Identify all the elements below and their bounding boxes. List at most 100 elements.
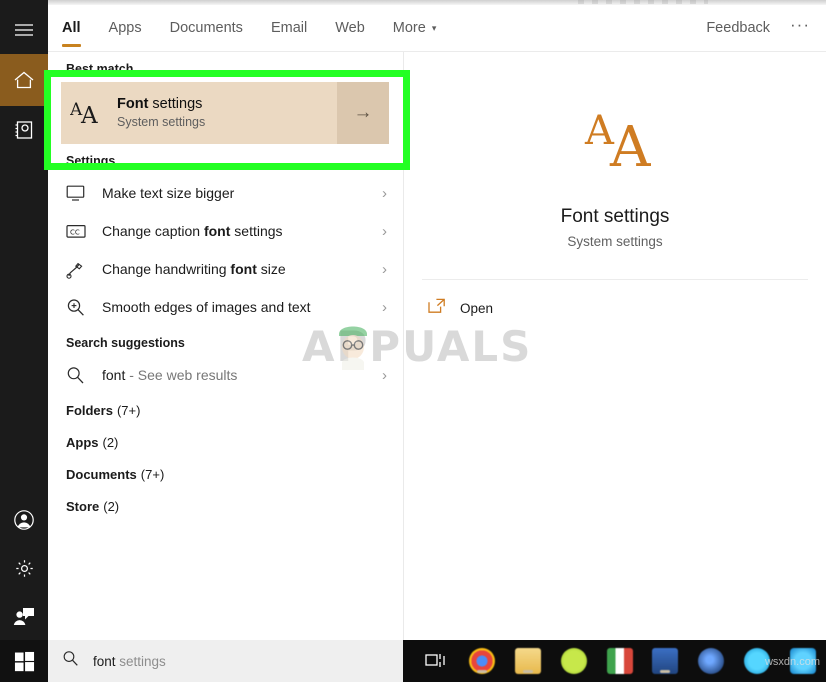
taskbar-app-skype[interactable] xyxy=(734,640,780,682)
notebook-icon xyxy=(15,121,33,139)
best-match-arrow-button[interactable]: → xyxy=(337,82,389,144)
taskbar-app-cyan[interactable] xyxy=(780,640,826,682)
tab-more-label: More xyxy=(392,20,426,36)
best-match-text: Font settings System settings xyxy=(115,95,337,131)
task-view-icon xyxy=(425,654,445,667)
group-count: (2) xyxy=(102,434,119,450)
colorful-app-icon xyxy=(606,648,633,674)
label-pre: Make text size bigger xyxy=(102,185,235,201)
tab-more[interactable]: More ▾ xyxy=(379,5,451,51)
label-pre: Change caption xyxy=(102,223,204,239)
taskbar-app-blue[interactable] xyxy=(642,640,688,682)
search-icon xyxy=(66,366,102,385)
search-suggestions-heading: Search suggestions xyxy=(66,336,185,350)
hamburger-menu-button[interactable] xyxy=(0,6,48,54)
sidebar-item-feedback[interactable] xyxy=(0,592,48,640)
skype-icon xyxy=(744,648,771,674)
preview-panel: A A Font settings System settings Open xyxy=(404,52,826,640)
best-match-title: Font settings xyxy=(117,95,337,113)
settings-heading: Settings xyxy=(66,154,116,168)
label-bold: font xyxy=(203,223,231,239)
tab-documents[interactable]: Documents xyxy=(156,5,257,51)
best-match-result[interactable]: A A Font settings System settings → xyxy=(61,82,389,144)
label-post: size xyxy=(256,261,286,277)
best-match-title-rest: settings xyxy=(148,96,203,112)
chevron-right-icon: › xyxy=(382,260,387,278)
settings-item-label: Change caption font settings xyxy=(102,223,382,239)
search-suggestion-item[interactable]: font - See web results › xyxy=(48,356,403,394)
feedback-person-icon xyxy=(13,608,34,625)
taskbar-app-file-explorer[interactable] xyxy=(505,640,551,682)
chevron-down-icon: ▾ xyxy=(431,22,437,33)
tab-web[interactable]: Web xyxy=(321,5,379,51)
result-group-folders[interactable]: Folders (7+) xyxy=(48,394,403,426)
suggestion-query: font xyxy=(102,367,126,383)
preview-header: A A Font settings System settings xyxy=(404,52,826,249)
taskbar-search-input[interactable]: font settings xyxy=(48,640,417,682)
result-group-documents[interactable]: Documents (7+) xyxy=(48,458,403,490)
tab-all-label: All xyxy=(62,20,81,36)
taskbar-app-colorful[interactable] xyxy=(597,640,643,682)
hamburger-icon xyxy=(15,24,33,36)
home-icon xyxy=(14,71,34,89)
settings-item-label: Change handwriting font size xyxy=(102,261,382,277)
font-aa-large-icon: A A xyxy=(404,96,826,182)
open-action-button[interactable]: Open xyxy=(404,286,826,330)
tab-all[interactable]: All xyxy=(48,5,95,51)
group-label: Apps xyxy=(66,434,99,450)
open-external-icon xyxy=(428,298,446,319)
preview-title: Font settings xyxy=(560,206,670,227)
sidebar-item-notebook[interactable] xyxy=(0,106,48,154)
result-group-apps[interactable]: Apps (2) xyxy=(48,426,403,458)
search-suggestion-label: font - See web results xyxy=(102,367,382,383)
group-count: (7+) xyxy=(140,466,165,482)
svg-text:CC: CC xyxy=(70,228,80,236)
file-explorer-icon xyxy=(514,648,541,674)
settings-item-make-text-bigger[interactable]: Make text size bigger › xyxy=(48,174,403,212)
search-icon xyxy=(62,650,79,672)
search-suggested-text: settings xyxy=(115,653,166,669)
group-count: (2) xyxy=(103,498,120,514)
closed-caption-icon: CC xyxy=(66,224,102,239)
open-action-label: Open xyxy=(460,300,494,316)
task-view-button[interactable] xyxy=(413,640,459,682)
overflow-menu-button[interactable]: ··· xyxy=(782,15,826,41)
sidebar-item-home[interactable] xyxy=(0,54,48,106)
taskbar-app-todo[interactable] xyxy=(688,640,734,682)
search-input-text: font settings xyxy=(93,654,166,669)
monitor-icon xyxy=(66,185,102,202)
cyan-app-icon xyxy=(790,648,817,674)
taskbar-app-chrome[interactable] xyxy=(459,640,505,682)
label-pre: Smooth edges of images and text xyxy=(102,299,311,315)
tab-email[interactable]: Email xyxy=(257,5,321,51)
taskbar: font settings xyxy=(48,640,826,682)
sidebar-item-account[interactable] xyxy=(0,496,48,544)
green-app-icon xyxy=(560,648,587,674)
result-group-store[interactable]: Store (2) xyxy=(48,490,403,522)
best-match-title-bold: Font xyxy=(117,96,149,112)
taskbar-app-green[interactable] xyxy=(551,640,597,682)
settings-item-label: Make text size bigger xyxy=(102,185,382,201)
search-left-rail xyxy=(0,0,48,640)
chevron-right-icon: › xyxy=(382,184,387,202)
sidebar-item-settings[interactable] xyxy=(0,544,48,592)
settings-item-smooth-edges[interactable]: Smooth edges of images and text › xyxy=(48,288,403,326)
group-label: Store xyxy=(66,498,100,514)
preview-separator xyxy=(422,279,808,280)
tab-web-label: Web xyxy=(335,20,365,36)
chrome-icon xyxy=(468,648,495,674)
preview-subtitle: System settings xyxy=(567,234,663,249)
gear-icon xyxy=(15,559,33,577)
settings-item-label: Smooth edges of images and text xyxy=(102,299,382,315)
background-window-remnant xyxy=(578,0,708,4)
blue-app-icon xyxy=(652,648,679,674)
tab-apps[interactable]: Apps xyxy=(95,5,156,51)
chevron-right-icon: › xyxy=(382,298,387,316)
search-typed-text: font xyxy=(93,653,116,669)
windows-logo-icon xyxy=(14,651,34,671)
feedback-button[interactable]: Feedback xyxy=(694,20,782,36)
start-button[interactable] xyxy=(0,640,48,682)
settings-item-handwriting-font-size[interactable]: Change handwriting font size › xyxy=(48,250,403,288)
group-count: (7+) xyxy=(116,402,141,418)
settings-item-caption-font[interactable]: CC Change caption font settings › xyxy=(48,212,403,250)
